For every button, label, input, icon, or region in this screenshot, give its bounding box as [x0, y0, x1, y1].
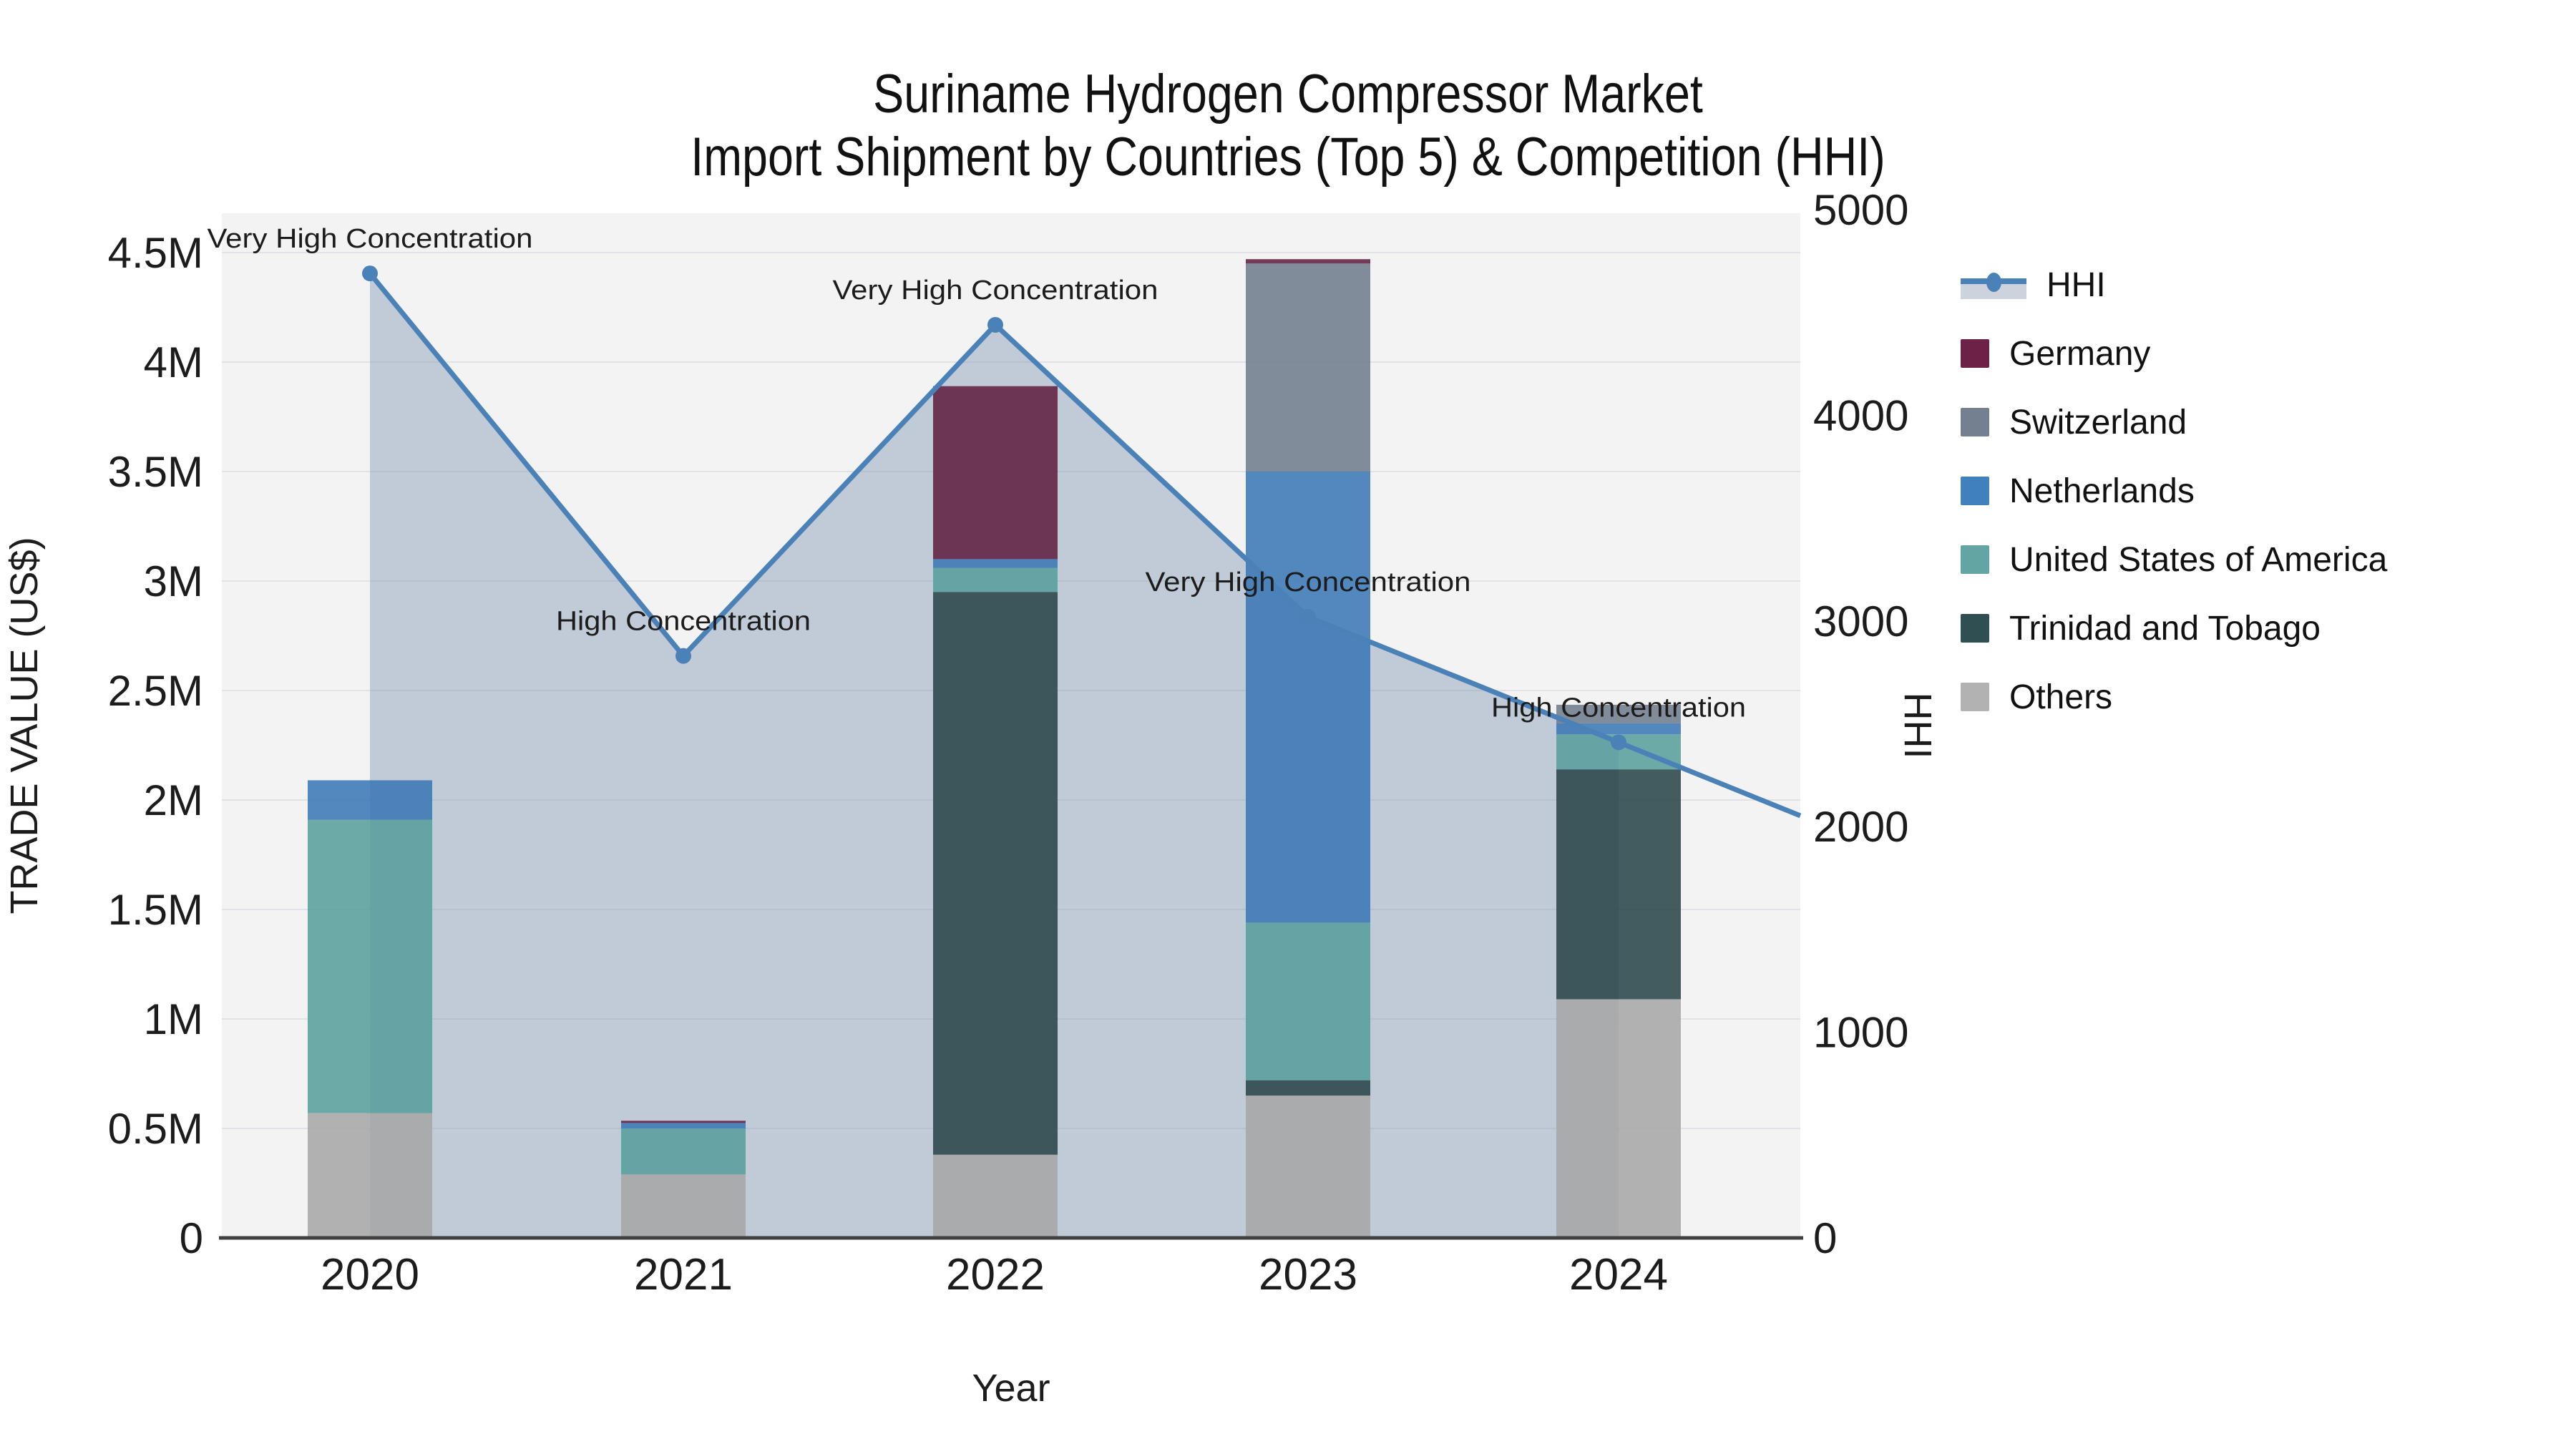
- legend-item-others[interactable]: Others: [1961, 663, 2387, 731]
- bar-2021-germany[interactable]: [621, 1121, 746, 1123]
- y-left-tick: 0: [180, 1214, 203, 1262]
- legend-label: Trinidad and Tobago: [2009, 609, 2321, 648]
- y-left-tick: 4M: [144, 338, 203, 386]
- bar-2023-switzerland[interactable]: [1246, 263, 1370, 472]
- bar-2020-netherlands[interactable]: [308, 780, 432, 820]
- annotation-2020: Very High Concentration: [208, 224, 533, 254]
- bar-2023-trinidad-and-tobago[interactable]: [1246, 1080, 1370, 1096]
- x-tick-2022: 2022: [946, 1250, 1045, 1299]
- legend-label: Switzerland: [2009, 403, 2187, 441]
- legend: HHI Germany Switzerland Netherlands United S…: [1961, 250, 2387, 731]
- hhi-marker-2020[interactable]: [362, 265, 378, 282]
- bar-2024-trinidad-and-tobago[interactable]: [1556, 769, 1681, 1000]
- y-right-tick: 2000: [1813, 803, 1908, 851]
- legend-label: HHI: [2046, 265, 2106, 304]
- legend-swatch-icon: [1961, 408, 1989, 436]
- bar-2020-others[interactable]: [308, 1113, 432, 1238]
- annotation-2022: Very High Concentration: [833, 275, 1158, 306]
- y-left-tick: 2M: [144, 776, 203, 824]
- y-right-tick: 3000: [1813, 597, 1908, 645]
- y-left-tick: 0.5M: [108, 1105, 203, 1153]
- x-axis-title: Year: [972, 1367, 1050, 1410]
- y-right-tick: 4000: [1813, 391, 1908, 439]
- annotation-2023: Very High Concentration: [1146, 567, 1471, 597]
- y-left-tick: 2.5M: [108, 667, 203, 715]
- legend-item-trinidad-and-tobago[interactable]: Trinidad and Tobago: [1961, 594, 2387, 663]
- bar-2021-others[interactable]: [621, 1174, 746, 1238]
- y-right-tick: 1000: [1813, 1009, 1908, 1057]
- bar-2022-united-states-of-america[interactable]: [933, 567, 1058, 592]
- bar-2020-united-states-of-america[interactable]: [308, 819, 432, 1113]
- bar-2021-netherlands[interactable]: [621, 1123, 746, 1128]
- legend-swatch-icon: [1961, 545, 1989, 574]
- annotation-2024: High Concentration: [1491, 693, 1746, 723]
- legend-item-germany[interactable]: Germany: [1961, 319, 2387, 388]
- legend-label: United States of America: [2009, 540, 2388, 579]
- figure: Suriname Hydrogen Compressor Market Impo…: [0, 0, 2576, 1449]
- legend-item-switzerland[interactable]: Switzerland: [1961, 388, 2387, 457]
- y-right-tick: 0: [1813, 1214, 1837, 1262]
- bar-2021-united-states-of-america[interactable]: [621, 1128, 746, 1175]
- y-left-tick: 4.5M: [108, 229, 203, 277]
- legend-swatch-icon: [1961, 683, 1989, 711]
- hhi-line-sample-icon: [1961, 270, 2026, 299]
- bar-2022-germany[interactable]: [933, 386, 1058, 560]
- hhi-marker-2022[interactable]: [987, 316, 1003, 333]
- bar-2022-others[interactable]: [933, 1154, 1058, 1238]
- legend-label: Others: [2009, 678, 2113, 716]
- hhi-marker-2023[interactable]: [1300, 609, 1316, 625]
- bar-2023-germany[interactable]: [1246, 259, 1370, 264]
- legend-label: Netherlands: [2009, 472, 2195, 510]
- bar-2022-trinidad-and-tobago[interactable]: [933, 592, 1058, 1155]
- hhi-marker-2021[interactable]: [675, 648, 691, 664]
- bar-2023-others[interactable]: [1246, 1096, 1370, 1238]
- y-left-tick: 1.5M: [108, 886, 203, 934]
- bar-2023-netherlands[interactable]: [1246, 472, 1370, 923]
- hhi-marker-2024[interactable]: [1611, 734, 1626, 751]
- bar-2022-netherlands[interactable]: [933, 559, 1058, 568]
- bar-2023-united-states-of-america[interactable]: [1246, 922, 1370, 1080]
- y-left-tick: 1M: [144, 995, 203, 1043]
- x-tick-2024: 2024: [1569, 1250, 1668, 1299]
- legend-item-netherlands[interactable]: Netherlands: [1961, 457, 2387, 525]
- annotation-2021: High Concentration: [556, 607, 811, 637]
- x-tick-2021: 2021: [634, 1250, 733, 1299]
- x-tick-2023: 2023: [1259, 1250, 1357, 1299]
- bar-2024-others[interactable]: [1556, 999, 1681, 1238]
- legend-item-united-states-of-america[interactable]: United States of America: [1961, 525, 2387, 594]
- legend-item-hhi[interactable]: HHI: [1961, 250, 2387, 319]
- legend-swatch-icon: [1961, 339, 1989, 368]
- x-tick-2020: 2020: [321, 1250, 419, 1299]
- y-left-axis-title: TRADE VALUE (US$): [3, 537, 46, 914]
- legend-label: Germany: [2009, 334, 2151, 373]
- y-left-tick: 3M: [144, 557, 203, 605]
- legend-swatch-icon: [1961, 614, 1989, 643]
- y-right-tick: 5000: [1813, 186, 1908, 234]
- y-right-axis-title: HHI: [1896, 693, 1939, 759]
- legend-swatch-icon: [1961, 477, 1989, 505]
- y-left-tick: 3.5M: [108, 448, 203, 496]
